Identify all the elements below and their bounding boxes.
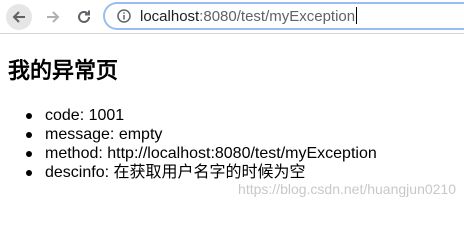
list-item-method: method: http://localhost:8080/test/myExc… (22, 144, 377, 163)
page-title: 我的异常页 (8, 58, 119, 83)
list-item-code: code: 1001 (22, 106, 377, 125)
watermark: https://blog.csdn.net/huangjun0210 (238, 181, 456, 197)
arrow-right-icon (47, 11, 60, 23)
item-key: method (45, 145, 99, 162)
item-separator: : (79, 107, 89, 124)
address-bar[interactable]: localhost:8080/test/myException (103, 2, 464, 30)
url-host: localhost (140, 8, 200, 25)
browser-toolbar: localhost:8080/test/myException (0, 0, 464, 34)
url-text[interactable]: localhost:8080/test/myException (140, 7, 358, 26)
item-key: code (45, 107, 80, 124)
exception-info-list: code: 1001 message: empty method: http:/… (22, 106, 377, 182)
back-button[interactable] (6, 4, 32, 30)
item-separator: : (109, 126, 119, 143)
item-value: empty (118, 126, 163, 143)
arrow-left-icon (12, 11, 25, 23)
list-item-message: message: empty (22, 125, 377, 144)
url-path: :8080/test/myException (199, 8, 356, 25)
list-item-descinfo: descinfo: 在获取用户名字的时候为空 (22, 163, 377, 182)
item-key: message (45, 126, 110, 143)
text-caret (356, 7, 358, 24)
item-key: descinfo (45, 164, 105, 181)
item-value: 1001 (88, 107, 125, 124)
forward-button[interactable] (40, 4, 66, 30)
item-value: http://localhost:8080/test/myException (107, 145, 377, 162)
reload-icon (78, 10, 90, 23)
item-value: 在获取用户名字的时候为空 (113, 164, 306, 181)
item-separator: : (98, 145, 108, 162)
reload-button[interactable] (71, 4, 97, 30)
info-icon[interactable] (117, 9, 131, 23)
